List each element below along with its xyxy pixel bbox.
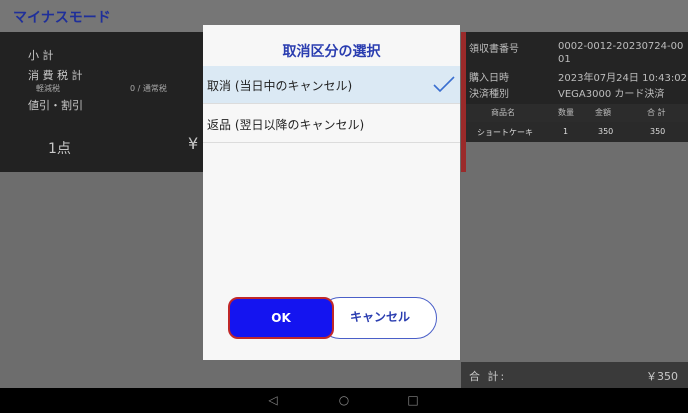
subtotal-label: 小 計: [28, 49, 54, 62]
option-return-later[interactable]: 返品 (翌日以降のキャンセル): [203, 105, 460, 143]
recents-icon[interactable]: □: [405, 392, 421, 408]
cancel-button[interactable]: キャンセル: [319, 297, 437, 339]
option-label: 取消 (当日中のキャンセル): [207, 79, 353, 93]
payment-type-value: VEGA3000 カード決済: [558, 89, 665, 100]
dialog-title: 取消区分の選択: [282, 44, 381, 60]
total-value: ￥350: [646, 370, 678, 383]
yen-symbol: ¥: [188, 134, 199, 153]
check-icon: [433, 76, 455, 93]
table-header: 商品名 数量 金額 合 計: [466, 104, 688, 122]
purchase-date-value: 2023年07月24日 10:43:02: [558, 73, 687, 84]
total-label: 合 計:: [469, 370, 507, 383]
column-header: 合 計: [647, 108, 666, 117]
option-label: 返品 (翌日以降のキャンセル): [207, 118, 365, 132]
receipt-info: 領収書番号 0002-0012-20230724-0001 購入日時 2023年…: [461, 32, 688, 104]
system-nav-bar: ◁ ○ □: [0, 388, 688, 413]
back-icon[interactable]: ◁: [265, 392, 281, 408]
receipt-number-label: 領収書番号: [469, 44, 519, 55]
option-cancel-today[interactable]: 取消 (当日中のキャンセル): [203, 66, 460, 104]
item-total: 350: [650, 127, 666, 136]
item-name: ショートケーキ: [477, 128, 533, 137]
column-header: 金額: [595, 108, 611, 117]
summary-panel: 小 計 消 費 税 計 軽減税 0 / 通常税 値引・割引 1点 ¥: [0, 32, 210, 172]
item-price: 350: [598, 127, 614, 136]
reduced-tax-label: 軽減税: [36, 84, 60, 93]
discount-label: 値引・割引: [28, 99, 83, 112]
purchase-date-label: 購入日時: [469, 73, 509, 84]
receipt-number-value: 0002-0012-20230724-0001: [558, 41, 684, 65]
payment-type-label: 決済種別: [469, 89, 509, 100]
red-accent-stripe: [461, 32, 466, 172]
column-header: 数量: [558, 108, 574, 117]
screen: マイナスモード 小 計 消 費 税 計 軽減税 0 / 通常税 値引・割引 1点…: [0, 0, 688, 413]
item-qty: 1: [563, 127, 569, 136]
column-header: 商品名: [491, 108, 515, 117]
table-row[interactable]: ショートケーキ 1 350 350: [466, 122, 688, 142]
total-bar: 合 計: ￥350: [461, 362, 688, 388]
tax-label: 消 費 税 計: [28, 69, 83, 82]
normal-tax-label: 0 / 通常税: [130, 84, 167, 93]
home-icon[interactable]: ○: [336, 392, 352, 408]
ok-button[interactable]: OK: [228, 297, 334, 339]
cancel-type-dialog: 取消区分の選択 取消 (当日中のキャンセル) 返品 (翌日以降のキャンセル) キ…: [203, 25, 460, 360]
receipt-panel: 領収書番号 0002-0012-20230724-0001 購入日時 2023年…: [461, 32, 688, 362]
item-count: 1点: [48, 141, 71, 157]
mode-title: マイナスモード: [13, 10, 111, 26]
